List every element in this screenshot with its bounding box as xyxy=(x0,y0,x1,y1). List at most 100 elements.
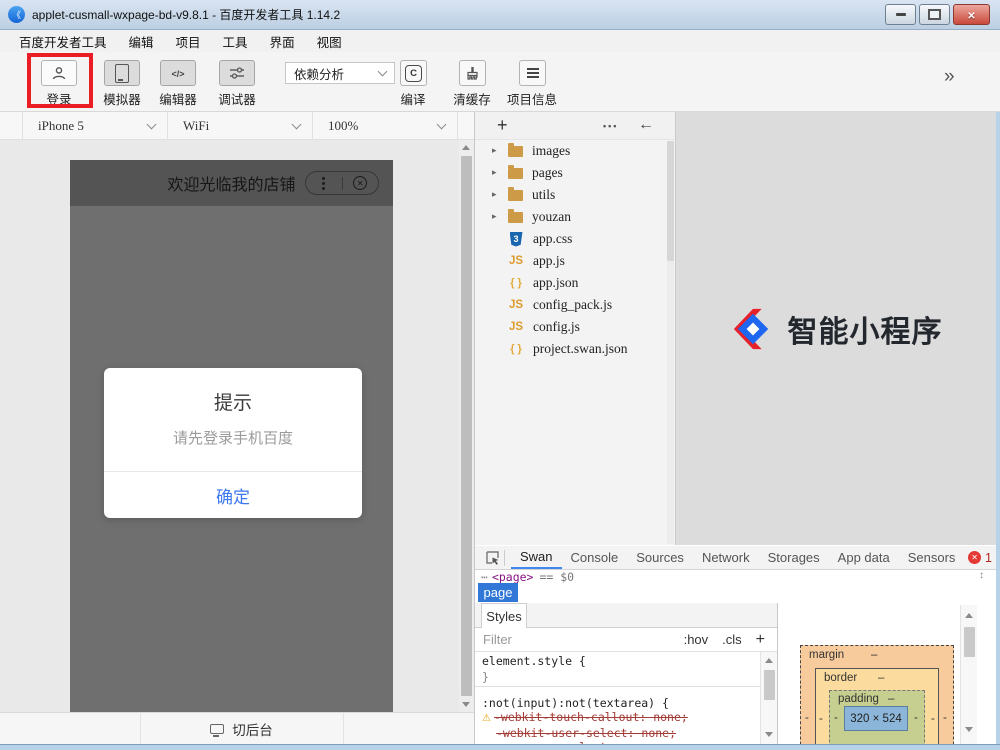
dependency-analysis-select[interactable]: 依赖分析 xyxy=(285,62,395,84)
menu-item-project[interactable]: 项目 xyxy=(165,32,212,51)
border-left-value[interactable]: - xyxy=(819,713,823,725)
minimize-button[interactable] xyxy=(885,4,916,25)
padding-right-value[interactable]: - xyxy=(914,712,918,724)
rule-selector[interactable]: :not(input):not(textarea) { xyxy=(482,696,669,710)
tab-sources[interactable]: Sources xyxy=(627,546,693,569)
filter-input[interactable]: Filter xyxy=(483,632,512,647)
scroll-up-icon[interactable] xyxy=(965,613,973,618)
error-badge[interactable]: 1 xyxy=(968,551,992,565)
divider xyxy=(312,112,313,139)
tree-item-file[interactable]: { } app.json xyxy=(475,272,675,294)
scrollbar-thumb[interactable] xyxy=(764,670,775,700)
window-title: applet-cusmall-wxpage-bd-v9.8.1 - 百度开发者工… xyxy=(32,6,340,23)
more-menu-button[interactable] xyxy=(306,182,342,185)
css-property[interactable]: -webkit-user-select: none; xyxy=(496,726,676,740)
new-style-rule-button[interactable]: + xyxy=(756,631,765,649)
editor-button[interactable] xyxy=(160,60,196,86)
margin-right-value[interactable]: - xyxy=(943,712,947,724)
code-icon xyxy=(171,64,184,82)
simulator-button[interactable] xyxy=(104,60,140,86)
toolbar-overflow-button[interactable] xyxy=(944,66,955,88)
scroll-up-icon[interactable] xyxy=(462,145,470,150)
box-model-margin[interactable]: margin – - - border – - - padding – - - … xyxy=(800,645,954,744)
tab-sensors[interactable]: Sensors xyxy=(899,546,965,569)
tree-item-file[interactable]: JS config.js xyxy=(475,316,675,338)
close-button[interactable] xyxy=(953,4,990,25)
inspect-element-button[interactable] xyxy=(485,550,500,565)
compile-button[interactable]: C xyxy=(400,60,427,86)
folder-icon xyxy=(508,168,523,179)
class-toggle[interactable]: .cls xyxy=(722,632,742,647)
css-property[interactable]: -moz-user-select: none; xyxy=(496,740,655,744)
clear-cache-button[interactable] xyxy=(459,60,486,86)
menu-item-view[interactable]: 视图 xyxy=(306,32,353,51)
network-select[interactable]: WiFi xyxy=(183,118,209,134)
css-property[interactable]: -webkit-touch-callout: none; xyxy=(494,710,688,724)
dom-node-line[interactable]: ⋯ <page> == $0 xyxy=(475,570,996,584)
tree-item-file[interactable]: JS app.js xyxy=(475,250,675,272)
border-right-value[interactable]: - xyxy=(931,713,935,725)
border-top-value[interactable]: – xyxy=(878,672,884,684)
tree-item-file[interactable]: 3 app.css xyxy=(475,228,675,250)
close-circle-icon xyxy=(353,176,367,190)
menu-item-edit[interactable]: 编辑 xyxy=(118,32,165,51)
simulator-scrollbar[interactable] xyxy=(459,140,474,712)
margin-left-value[interactable]: - xyxy=(805,712,809,724)
scroll-up-icon[interactable] xyxy=(765,658,773,663)
padding-top-value[interactable]: – xyxy=(888,693,894,705)
scroll-down-icon[interactable] xyxy=(765,732,773,737)
exit-mini-program-button[interactable] xyxy=(343,176,379,190)
css-property-line[interactable]: -webkit-touch-callout: none; xyxy=(482,710,688,724)
tab-console[interactable]: Console xyxy=(562,546,628,569)
project-info-button[interactable] xyxy=(519,60,546,86)
maximize-button[interactable] xyxy=(919,4,950,25)
file-name: app.css xyxy=(533,231,572,247)
menu-item-tools[interactable]: 工具 xyxy=(212,32,259,51)
box-model-content[interactable]: 320 × 524 xyxy=(844,706,908,731)
box-model-scrollbar[interactable] xyxy=(960,605,977,744)
debugger-button[interactable] xyxy=(219,60,255,86)
tab-storages[interactable]: Storages xyxy=(759,546,829,569)
expand-arrow-icon[interactable] xyxy=(492,190,501,200)
scroll-down-icon[interactable] xyxy=(462,702,470,707)
padding-left-value[interactable]: - xyxy=(834,712,838,724)
tree-item-folder[interactable]: images xyxy=(475,140,675,162)
confirm-button[interactable]: 确定 xyxy=(104,471,362,518)
menu-item-devtools[interactable]: 百度开发者工具 xyxy=(8,32,118,51)
tab-swan[interactable]: Swan xyxy=(511,546,562,569)
pseudo-class-toggle[interactable]: :hov xyxy=(684,632,709,647)
tab-styles[interactable]: Styles xyxy=(481,603,527,628)
tree-item-folder[interactable]: utils xyxy=(475,184,675,206)
inspect-icon xyxy=(485,550,500,565)
css-property-line[interactable]: -moz-user-select: none; xyxy=(496,740,655,744)
menu-item-interface[interactable]: 界面 xyxy=(259,32,306,51)
scrollbar-thumb[interactable] xyxy=(667,141,674,261)
rule-selector[interactable]: element.style { xyxy=(482,654,586,668)
scrollbar-thumb[interactable] xyxy=(964,627,975,657)
expand-arrow-icon[interactable] xyxy=(492,212,501,222)
phone-icon xyxy=(115,64,129,83)
chevron-down-icon xyxy=(147,120,157,130)
styles-scrollbar[interactable] xyxy=(760,652,777,744)
tree-item-folder[interactable]: youzan xyxy=(475,206,675,228)
switch-background-button[interactable]: 切后台 xyxy=(140,713,343,744)
device-select[interactable]: iPhone 5 xyxy=(38,118,84,134)
more-options-button[interactable] xyxy=(603,121,618,131)
tab-network[interactable]: Network xyxy=(693,546,759,569)
box-model-padding[interactable]: padding – - - 320 × 524 xyxy=(829,690,925,744)
expand-arrow-icon[interactable] xyxy=(492,168,501,178)
box-model-border[interactable]: border – - - padding – - - 320 × 524 xyxy=(815,668,939,744)
tree-item-file[interactable]: JS config_pack.js xyxy=(475,294,675,316)
zoom-select[interactable]: 100% xyxy=(328,118,358,134)
add-file-button[interactable] xyxy=(497,115,508,136)
scrollbar-thumb[interactable] xyxy=(461,156,472,696)
scroll-down-icon[interactable] xyxy=(965,727,973,732)
tree-item-file[interactable]: { } project.swan.json xyxy=(475,338,675,360)
file-tree-scrollbar[interactable] xyxy=(667,141,674,544)
tab-app-data[interactable]: App data xyxy=(829,546,899,569)
margin-top-value[interactable]: – xyxy=(871,649,877,661)
css-property-line[interactable]: -webkit-user-select: none; xyxy=(496,726,676,740)
collapse-panel-button[interactable] xyxy=(638,116,654,134)
tree-item-folder[interactable]: pages xyxy=(475,162,675,184)
expand-arrow-icon[interactable] xyxy=(492,146,501,156)
